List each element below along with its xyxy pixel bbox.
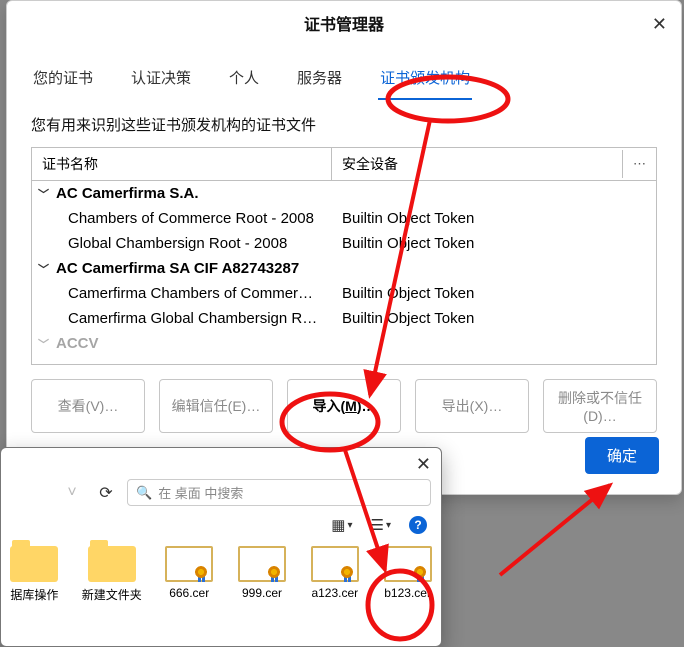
group-label: ACCV	[56, 335, 99, 352]
cell-device: Builtin Object Token	[332, 310, 656, 327]
dialog-header: 证书管理器 ✕	[7, 1, 681, 51]
chevron-down-icon: ﹀	[38, 336, 50, 352]
certificate-icon	[238, 546, 286, 582]
cert-file-item[interactable]: a123.cer	[309, 546, 360, 603]
import-prefix: 导入(	[312, 398, 345, 414]
cert-file-item[interactable]: 666.cer	[164, 546, 215, 603]
file-list: 据库操作 新建文件夹 666.cer 999.cer a123.cer b123…	[1, 538, 441, 605]
help-icon[interactable]: ?	[409, 516, 427, 534]
refresh-icon[interactable]: ⟳	[93, 480, 119, 506]
import-button[interactable]: 导入(M)…	[287, 379, 401, 433]
view-menu[interactable]: ☰ ▾	[371, 516, 391, 534]
cert-file-item[interactable]: 999.cer	[237, 546, 288, 603]
search-input[interactable]: 🔍 在 桌面 中搜索	[127, 479, 431, 506]
certificate-icon	[165, 546, 213, 582]
folder-item[interactable]: 新建文件夹	[82, 546, 142, 603]
cell-device: Builtin Object Token	[332, 235, 656, 252]
tab-your-certs[interactable]: 您的证书	[31, 59, 95, 100]
chevron-down-icon: ﹀	[38, 186, 50, 202]
list-icon: ☰	[371, 516, 384, 534]
table-row[interactable]: Chambers of Commerce Root - 2008 Builtin…	[32, 206, 656, 231]
group-label: AC Camerfirma SA CIF A82743287	[56, 260, 299, 277]
cell-cert-name: Chambers of Commerce Root - 2008	[32, 210, 332, 227]
file-dialog-toolbar: ▦ ▾ ☰ ▾ ?	[1, 516, 441, 538]
grid-icon: ▦	[331, 516, 345, 534]
file-label: b123.cer	[384, 586, 431, 600]
folder-icon	[10, 546, 58, 582]
search-placeholder: 在 桌面 中搜索	[158, 483, 243, 502]
table-row[interactable]: Camerfirma Global Chambersign R… Builtin…	[32, 306, 656, 331]
cell-cert-name: Camerfirma Chambers of Commer…	[32, 285, 332, 302]
search-icon: 🔍	[136, 485, 152, 501]
ok-button[interactable]: 确定	[585, 437, 659, 474]
close-icon[interactable]: ✕	[652, 15, 667, 33]
cert-table: 证书名称 安全设备 ⋯ ﹀ AC Camerfirma S.A. Chamber…	[31, 147, 657, 365]
file-label: 新建文件夹	[82, 586, 142, 603]
tab-servers[interactable]: 服务器	[295, 59, 344, 100]
folder-item[interactable]: 据库操作	[9, 546, 60, 603]
edit-trust-button[interactable]: 编辑信任(E)…	[159, 379, 273, 433]
table-group-row[interactable]: ﹀ AC Camerfirma S.A.	[32, 181, 656, 206]
chevron-down-icon: ﹀	[38, 261, 50, 277]
table-row[interactable]: Camerfirma Chambers of Commer… Builtin O…	[32, 281, 656, 306]
cell-device: Builtin Object Token	[332, 210, 656, 227]
file-label: 据库操作	[10, 586, 58, 603]
folder-icon	[88, 546, 136, 582]
file-label: 999.cer	[242, 586, 282, 600]
file-label: a123.cer	[311, 586, 358, 600]
close-icon[interactable]: ✕	[416, 454, 431, 475]
organize-menu[interactable]: ▦ ▾	[331, 516, 352, 534]
description-text: 您有用来识别这些证书颁发机构的证书文件	[7, 100, 681, 141]
table-header: 证书名称 安全设备 ⋯	[32, 148, 656, 181]
column-cert-name[interactable]: 证书名称	[32, 148, 332, 180]
cell-cert-name: Camerfirma Global Chambersign R…	[32, 310, 332, 327]
nav-up-button[interactable]: ˅	[59, 480, 85, 506]
table-group-row[interactable]: ﹀ ACCV	[32, 331, 656, 356]
table-group-row[interactable]: ﹀ AC Camerfirma SA CIF A82743287	[32, 256, 656, 281]
action-row: 查看(V)… 编辑信任(E)… 导入(M)… 导出(X)… 删除或不信任(D)…	[7, 365, 681, 433]
import-key: M	[345, 398, 357, 414]
cell-device: Builtin Object Token	[332, 285, 656, 302]
file-label: 666.cer	[169, 586, 209, 600]
certificate-manager-dialog: 证书管理器 ✕ 您的证书 认证决策 个人 服务器 证书颁发机构 您有用来识别这些…	[6, 0, 682, 495]
tab-personal[interactable]: 个人	[227, 59, 261, 100]
table-body: ﹀ AC Camerfirma S.A. Chambers of Commerc…	[32, 181, 656, 356]
dialog-title: 证书管理器	[304, 11, 384, 35]
cell-cert-name: Global Chambersign Root - 2008	[32, 235, 332, 252]
cert-file-item[interactable]: b123.cer	[382, 546, 433, 603]
caret-down-icon: ▾	[347, 520, 352, 531]
column-security-device[interactable]: 安全设备	[332, 148, 622, 180]
caret-down-icon: ▾	[386, 520, 391, 531]
import-suffix: )…	[357, 398, 376, 414]
certificate-icon	[311, 546, 359, 582]
file-open-dialog: ✕ ˅ ⟳ 🔍 在 桌面 中搜索 ▦ ▾ ☰ ▾ ? 据库操作 新建文件夹	[0, 447, 442, 647]
tab-bar: 您的证书 认证决策 个人 服务器 证书颁发机构	[7, 51, 681, 100]
certificate-icon	[384, 546, 432, 582]
column-menu-icon[interactable]: ⋯	[622, 150, 656, 178]
tab-auth-decisions[interactable]: 认证决策	[129, 59, 193, 100]
file-dialog-nav: ˅ ⟳ 🔍 在 桌面 中搜索	[1, 475, 441, 516]
table-row[interactable]: Global Chambersign Root - 2008 Builtin O…	[32, 231, 656, 256]
group-label: AC Camerfirma S.A.	[56, 185, 199, 202]
view-button[interactable]: 查看(V)…	[31, 379, 145, 433]
export-button[interactable]: 导出(X)…	[415, 379, 529, 433]
file-dialog-header: ✕	[1, 448, 441, 475]
delete-button[interactable]: 删除或不信任(D)…	[543, 379, 657, 433]
tab-authorities[interactable]: 证书颁发机构	[378, 59, 472, 100]
